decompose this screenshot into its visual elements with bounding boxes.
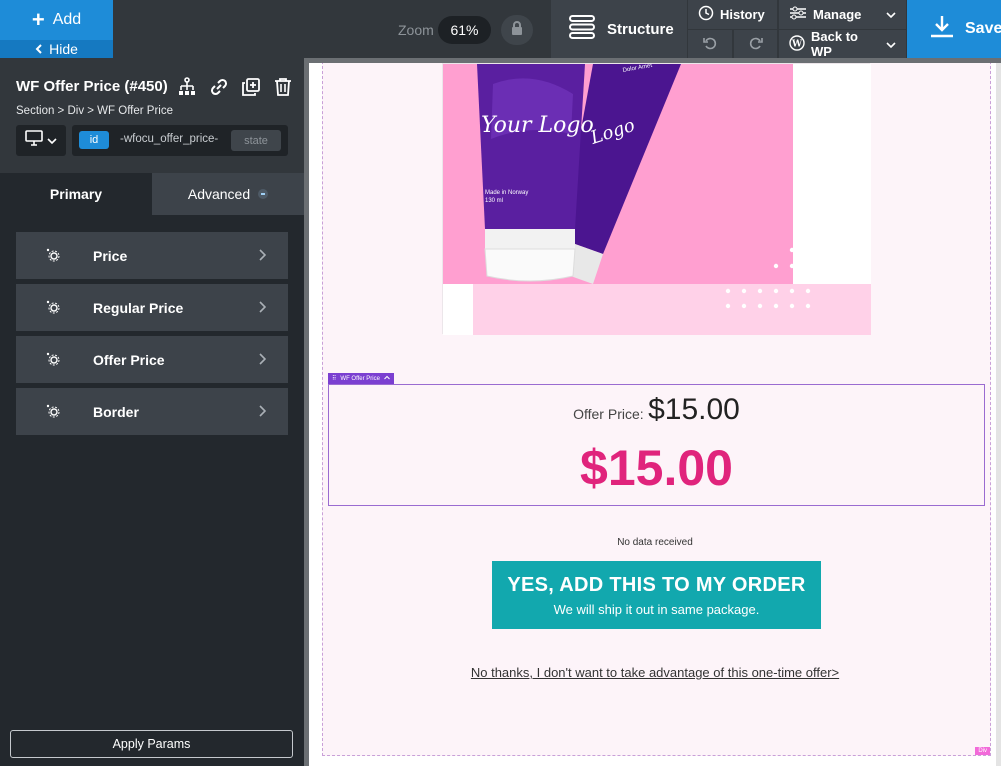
duplicate-icon[interactable] — [240, 76, 262, 98]
made-in-text: Made in Norway — [485, 190, 528, 196]
hide-button[interactable]: Hide — [0, 40, 113, 58]
param-border[interactable]: Border — [16, 388, 288, 435]
element-title: WF Offer Price (#450) — [16, 78, 168, 95]
settings-panel: WF Offer Price (#450) Section > Div > WF… — [0, 58, 304, 766]
tab-primary[interactable]: Primary — [0, 173, 152, 215]
offer-price-label: Offer Price: — [573, 406, 644, 422]
canvas-scrollbar[interactable] — [996, 63, 1001, 766]
offer-price-big: $15.00 — [580, 440, 733, 496]
structure-label: Structure — [607, 20, 674, 38]
accept-offer-title: YES, ADD THIS TO MY ORDER — [507, 574, 806, 596]
wordpress-icon: W — [789, 34, 805, 54]
download-icon — [929, 14, 955, 45]
chevron-down-icon — [886, 7, 896, 22]
selector-type-badge[interactable]: id — [79, 131, 109, 149]
accept-offer-subtitle: We will ship it out in same package. — [553, 602, 760, 617]
accept-offer-button[interactable]: YES, ADD THIS TO MY ORDER We will ship i… — [492, 561, 821, 629]
chevron-right-icon — [258, 300, 267, 317]
plus-icon: + — [31, 7, 45, 32]
clock-icon — [698, 5, 714, 24]
page-canvas[interactable]: Div Your Logo Logo Made in Norway 130 ml… — [309, 63, 1001, 766]
add-button[interactable]: + Add — [0, 0, 113, 40]
param-price[interactable]: Price — [16, 232, 288, 279]
tab-advanced-label: Advanced — [187, 186, 251, 202]
breadcrumb: Section > Div > WF Offer Price — [16, 105, 174, 117]
save-button[interactable]: Save — [907, 0, 1001, 58]
save-label: Save — [965, 20, 1001, 37]
no-data-text: No data received — [617, 537, 693, 548]
history-label: History — [720, 7, 765, 22]
offer-price-line: Offer Price: $15.00 — [329, 393, 984, 427]
gear-icon — [46, 300, 60, 314]
offer-price-element-tag[interactable]: ⠿ WF Offer Price — [328, 373, 394, 384]
selector-field[interactable]: id -wfocu_offer_price- state — [72, 125, 288, 156]
sliders-icon — [789, 6, 807, 23]
undo-icon — [702, 35, 718, 54]
element-actions — [176, 76, 294, 98]
redo-icon — [748, 35, 764, 54]
desktop-icon — [25, 130, 43, 151]
div-tag[interactable]: Div — [975, 747, 990, 755]
canvas-frame: Div Your Logo Logo Made in Norway 130 ml… — [304, 58, 1001, 766]
hide-label: Hide — [49, 41, 78, 57]
minus-badge-icon — [258, 189, 269, 199]
param-label: Border — [93, 403, 139, 420]
device-selector[interactable] — [16, 125, 66, 156]
chevron-right-icon — [258, 352, 267, 369]
selector-value: -wfocu_offer_price- — [120, 133, 219, 145]
top-toolbar: + Add Hide Zoom 61% Structure History Ma… — [0, 0, 1001, 59]
drag-handle-icon[interactable]: ⠿ — [332, 375, 336, 382]
gear-icon — [46, 352, 60, 366]
param-label: Offer Price — [93, 351, 165, 368]
param-label: Regular Price — [93, 299, 184, 316]
manage-button[interactable]: Manage — [779, 0, 906, 29]
back-to-wp-button[interactable]: W Back to WP — [779, 29, 906, 59]
lock-button[interactable] — [501, 15, 533, 45]
zoom-value[interactable]: 61% — [438, 16, 491, 44]
structure-button[interactable]: Structure — [551, 0, 687, 58]
trash-icon[interactable] — [272, 76, 294, 98]
zoom-label: Zoom — [398, 22, 434, 38]
lock-icon — [511, 20, 523, 40]
chevron-down-icon — [886, 37, 896, 52]
add-label: Add — [52, 11, 82, 28]
chevron-right-icon — [258, 404, 267, 421]
chevron-left-icon — [35, 41, 43, 57]
tab-advanced[interactable]: Advanced — [152, 173, 304, 215]
gear-icon — [46, 404, 60, 418]
history-button[interactable]: History — [688, 0, 777, 29]
offer-price-element[interactable]: Offer Price: $15.00 $15.00 — [328, 384, 985, 506]
state-button[interactable]: state — [231, 130, 281, 151]
product-image[interactable]: Your Logo Logo Made in Norway 130 ml Dol… — [442, 63, 871, 335]
tab-primary-label: Primary — [49, 186, 103, 202]
param-list: Price Regular Price Offer Price Border — [16, 232, 288, 440]
undo-button[interactable] — [688, 30, 732, 58]
back-to-wp-label: Back to WP — [811, 29, 858, 59]
apply-params-button[interactable]: Apply Params — [10, 730, 293, 758]
gear-icon — [46, 248, 60, 262]
structure-icon — [569, 15, 595, 43]
chevron-right-icon — [258, 248, 267, 265]
chevron-down-icon — [47, 132, 57, 150]
offer-tag-label: WF Offer Price — [340, 375, 380, 382]
offer-price-small: $15.00 — [648, 393, 740, 426]
chevron-up-icon[interactable] — [384, 375, 390, 382]
volume-text: 130 ml — [485, 198, 503, 204]
panel-tabs: Primary Advanced — [0, 173, 304, 215]
panel-header: WF Offer Price (#450) Section > Div > WF… — [0, 58, 304, 173]
logo-text: Your Logo — [481, 113, 594, 138]
link-icon[interactable] — [208, 76, 230, 98]
svg-text:W: W — [791, 39, 803, 49]
decline-offer-link[interactable]: No thanks, I don't want to take advantag… — [309, 665, 1001, 680]
param-regular-price[interactable]: Regular Price — [16, 284, 288, 331]
param-offer-price[interactable]: Offer Price — [16, 336, 288, 383]
param-label: Price — [93, 247, 128, 264]
redo-button[interactable] — [734, 30, 777, 58]
manage-label: Manage — [813, 7, 862, 22]
hierarchy-icon[interactable] — [176, 76, 198, 98]
